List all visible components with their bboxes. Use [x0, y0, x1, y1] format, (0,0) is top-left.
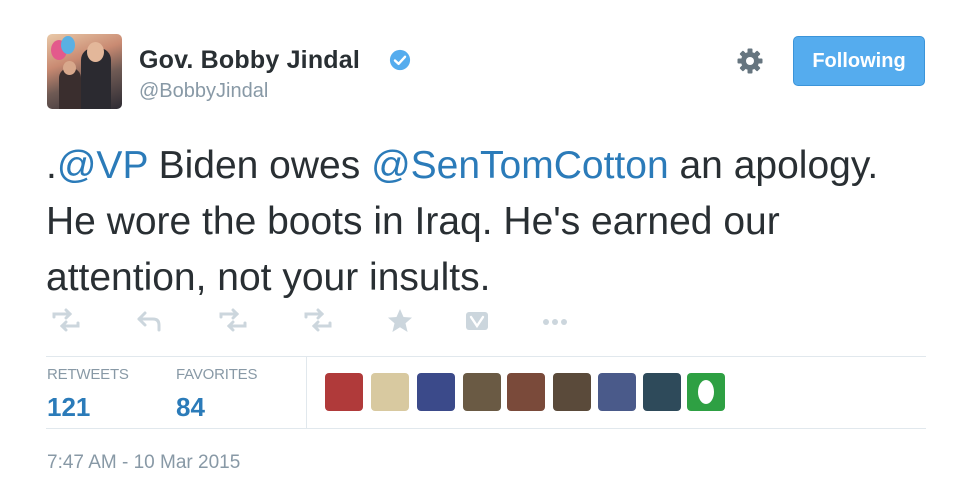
author-handle[interactable]: @BobbyJindal: [139, 80, 268, 103]
reply-icon[interactable]: [135, 308, 167, 338]
favorites-label: FAVORITES: [176, 366, 258, 383]
avatar-figure-head: [87, 42, 104, 62]
favorite-star-icon[interactable]: [386, 308, 418, 338]
divider: [46, 356, 926, 357]
favorites-count: 84: [176, 392, 205, 422]
tweet-text-segment: .: [46, 144, 57, 187]
avatar[interactable]: [47, 34, 122, 109]
favoriter-avatar[interactable]: [417, 373, 455, 411]
favoriter-avatar[interactable]: [463, 373, 501, 411]
favoriter-avatar[interactable]: [507, 373, 545, 411]
favoriter-avatar[interactable]: [598, 373, 636, 411]
divider: [306, 356, 307, 428]
favoriter-avatar[interactable]: [371, 373, 409, 411]
tweet-text: .@VP Biden owes @SenTomCotton an apology…: [46, 138, 936, 306]
retweet-icon[interactable]: [302, 308, 334, 338]
retweet-icon[interactable]: [217, 308, 249, 338]
favorites-stat[interactable]: FAVORITES 84: [176, 366, 257, 423]
author-name[interactable]: Gov. Bobby Jindal: [139, 46, 360, 75]
tweet-text-segment: Biden owes: [147, 144, 372, 187]
tweet-timestamp[interactable]: 7:47 AM - 10 Mar 2015: [47, 452, 240, 474]
retweets-label: RETWEETS: [47, 366, 129, 383]
retweets-stat[interactable]: RETWEETS 121: [47, 366, 129, 423]
avatar-balloon: [61, 36, 75, 54]
tweet-actions: [0, 308, 980, 338]
avatar-figure-head: [63, 61, 76, 75]
favoriter-avatar[interactable]: [325, 373, 363, 411]
following-button[interactable]: Following: [793, 36, 925, 86]
favoriter-avatar[interactable]: [553, 373, 591, 411]
verified-badge-icon: [389, 49, 411, 71]
retweets-count: 121: [47, 392, 91, 422]
more-icon[interactable]: [540, 308, 572, 338]
mention-link-sentomcotton[interactable]: @SenTomCotton: [371, 144, 669, 187]
vine-icon[interactable]: [463, 308, 495, 338]
favoriter-avatar[interactable]: [687, 373, 725, 411]
favoriter-avatar[interactable]: [643, 373, 681, 411]
divider: [46, 428, 926, 429]
egg-icon: [698, 380, 714, 404]
mention-link-vp[interactable]: @VP: [57, 144, 148, 187]
retweet-icon[interactable]: [50, 308, 82, 338]
gear-icon[interactable]: [735, 46, 765, 76]
